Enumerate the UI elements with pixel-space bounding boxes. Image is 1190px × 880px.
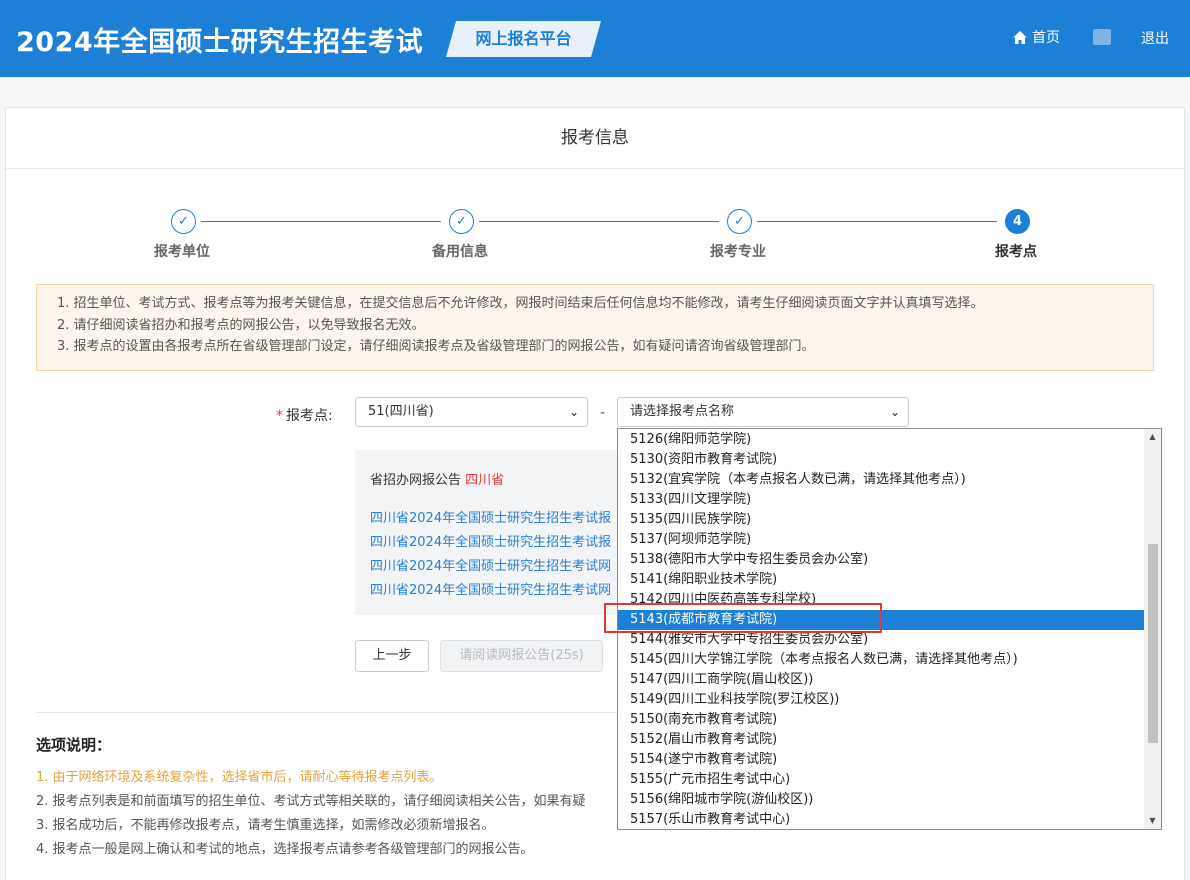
- announcement-link[interactable]: 四川省2024年全国硕士研究生招生考试网: [370, 555, 611, 574]
- province-select-value: 51(四川省): [368, 404, 434, 419]
- section-divider: [36, 712, 626, 713]
- dropdown-option[interactable]: 5126(绵阳师范学院): [618, 430, 1145, 450]
- notice-line: 1. 招生单位、考试方式、报考点等为报考关键信息，在提交信息后不允许修改，网报时…: [57, 296, 984, 311]
- help-title: 选项说明：: [36, 736, 112, 754]
- step-2-label: 备用信息: [432, 244, 488, 260]
- card-title: 报考信息: [6, 108, 1184, 169]
- scrollbar-thumb[interactable]: [1148, 544, 1158, 743]
- logout-button[interactable]: 退出: [1141, 28, 1169, 48]
- dropdown-option[interactable]: 5154(遂宁市教育考试院): [618, 750, 1145, 770]
- exam-site-select-value: 请选择报考点名称: [630, 404, 735, 419]
- help-item: 3. 报名成功后，不能再修改报考点，请考生慎重选择，如需修改必须新增报名。: [36, 818, 495, 833]
- top-header: 2024年全国硕士研究生招生考试 网上报名平台 首页 退出: [0, 0, 1190, 77]
- home-link-label: 首页: [1032, 30, 1060, 46]
- dropdown-option[interactable]: 5157(乐山市教育考试中心): [618, 810, 1145, 829]
- dropdown-scrollbar[interactable]: ▲ ▼: [1144, 429, 1161, 829]
- scroll-up-arrow-icon[interactable]: ▲: [1144, 430, 1161, 444]
- announcement-prefix: 省招办网报公告: [370, 473, 462, 488]
- dropdown-option[interactable]: 5155(广元市招生考试中心): [618, 770, 1145, 790]
- exam-site-select[interactable]: 请选择报考点名称 ⌄: [617, 397, 909, 427]
- announcement-heading: 省招办网报公告 四川省: [370, 469, 504, 488]
- prev-step-button[interactable]: 上一步: [355, 640, 429, 672]
- step-connector: [201, 221, 441, 222]
- platform-badge-label: 网上报名平台: [475, 29, 572, 48]
- dropdown-option[interactable]: 5147(四川工商学院(眉山校区)): [618, 670, 1145, 690]
- required-mark: *: [276, 408, 283, 424]
- dropdown-option[interactable]: 5152(眉山市教育考试院): [618, 730, 1145, 750]
- platform-badge: 网上报名平台: [446, 21, 601, 57]
- step-3-label: 报考专业: [710, 244, 766, 260]
- select-separator: -: [600, 405, 606, 421]
- exam-site-label: * 报考点:: [276, 405, 333, 425]
- step-2-check-icon: ✓: [449, 209, 474, 234]
- dropdown-option[interactable]: 5144(雅安市大学中专招生委员会办公室): [618, 630, 1145, 650]
- notice-line: 2. 请仔细阅读省招办和报考点的网报公告，以免导致报名无效。: [57, 317, 425, 333]
- selection-highlight-box: [604, 603, 882, 633]
- step-1-label: 报考单位: [154, 244, 210, 260]
- scroll-down-arrow-icon[interactable]: ▼: [1144, 814, 1161, 828]
- exam-site-label-text: 报考点:: [286, 408, 333, 424]
- step-4-label: 报考点: [995, 244, 1037, 260]
- announcement-province: 四川省: [465, 473, 505, 488]
- province-select[interactable]: 51(四川省) ⌄: [355, 397, 588, 427]
- dropdown-option[interactable]: 5145(四川大学锦江学院（本考点报名人数已满，请选择其他考点）): [618, 650, 1145, 670]
- dropdown-option[interactable]: 5138(德阳市大学中专招生委员会办公室): [618, 550, 1145, 570]
- user-avatar[interactable]: [1093, 29, 1111, 45]
- announcement-link[interactable]: 四川省2024年全国硕士研究生招生考试网: [370, 579, 611, 598]
- announcement-panel: 省招办网报公告 四川省 四川省2024年全国硕士研究生招生考试报 四川省2024…: [355, 450, 630, 615]
- dropdown-option[interactable]: 5156(绵阳城市学院(游仙校区)): [618, 790, 1145, 810]
- dropdown-option[interactable]: 5135(四川民族学院): [618, 510, 1145, 530]
- step-connector: [757, 221, 997, 222]
- announcement-link[interactable]: 四川省2024年全国硕士研究生招生考试报: [370, 507, 611, 526]
- dropdown-option[interactable]: 5137(阿坝师范学院): [618, 530, 1145, 550]
- dropdown-option[interactable]: 5141(绵阳职业技术学院): [618, 570, 1145, 590]
- home-icon: [1013, 30, 1027, 44]
- dropdown-option[interactable]: 5149(四川工业科技学院(罗江校区)): [618, 690, 1145, 710]
- notice-box: 1. 招生单位、考试方式、报考点等为报考关键信息，在提交信息后不允许修改，网报时…: [36, 284, 1154, 371]
- dropdown-option[interactable]: 5130(资阳市教育考试院): [618, 450, 1145, 470]
- dropdown-option[interactable]: 5133(四川文理学院): [618, 490, 1145, 510]
- site-title: 2024年全国硕士研究生招生考试: [16, 27, 424, 58]
- help-item: 2. 报考点列表是和前面填写的招生单位、考试方式等相关联的，请仔细阅读相关公告，…: [36, 794, 586, 809]
- home-link[interactable]: 首页: [1012, 27, 1060, 47]
- step-3-check-icon: ✓: [727, 209, 752, 234]
- help-item: 4. 报考点一般是网上确认和考试的地点，选择报考点请参考各级管理部门的网报公告。: [36, 842, 534, 857]
- announcement-link[interactable]: 四川省2024年全国硕士研究生招生考试报: [370, 531, 611, 550]
- chevron-down-icon: ⌄: [568, 405, 579, 419]
- dropdown-option[interactable]: 5132(宜宾学院（本考点报名人数已满，请选择其他考点）): [618, 470, 1145, 490]
- step-1-check-icon: ✓: [171, 209, 196, 234]
- chevron-down-icon: ⌄: [889, 405, 900, 419]
- help-item: 1. 由于网络环境及系统复杂性，选择省市后，请耐心等待报考点列表。: [36, 770, 443, 785]
- read-notice-button[interactable]: 请阅读网报公告(25s): [440, 640, 603, 672]
- dropdown-option[interactable]: 5150(南充市教育考试院): [618, 710, 1145, 730]
- step-4-number: 4: [1005, 209, 1030, 234]
- step-connector: [479, 221, 719, 222]
- notice-line: 3. 报考点的设置由各报考点所在省级管理部门设定，请仔细阅读报考点及省级管理部门…: [57, 339, 815, 354]
